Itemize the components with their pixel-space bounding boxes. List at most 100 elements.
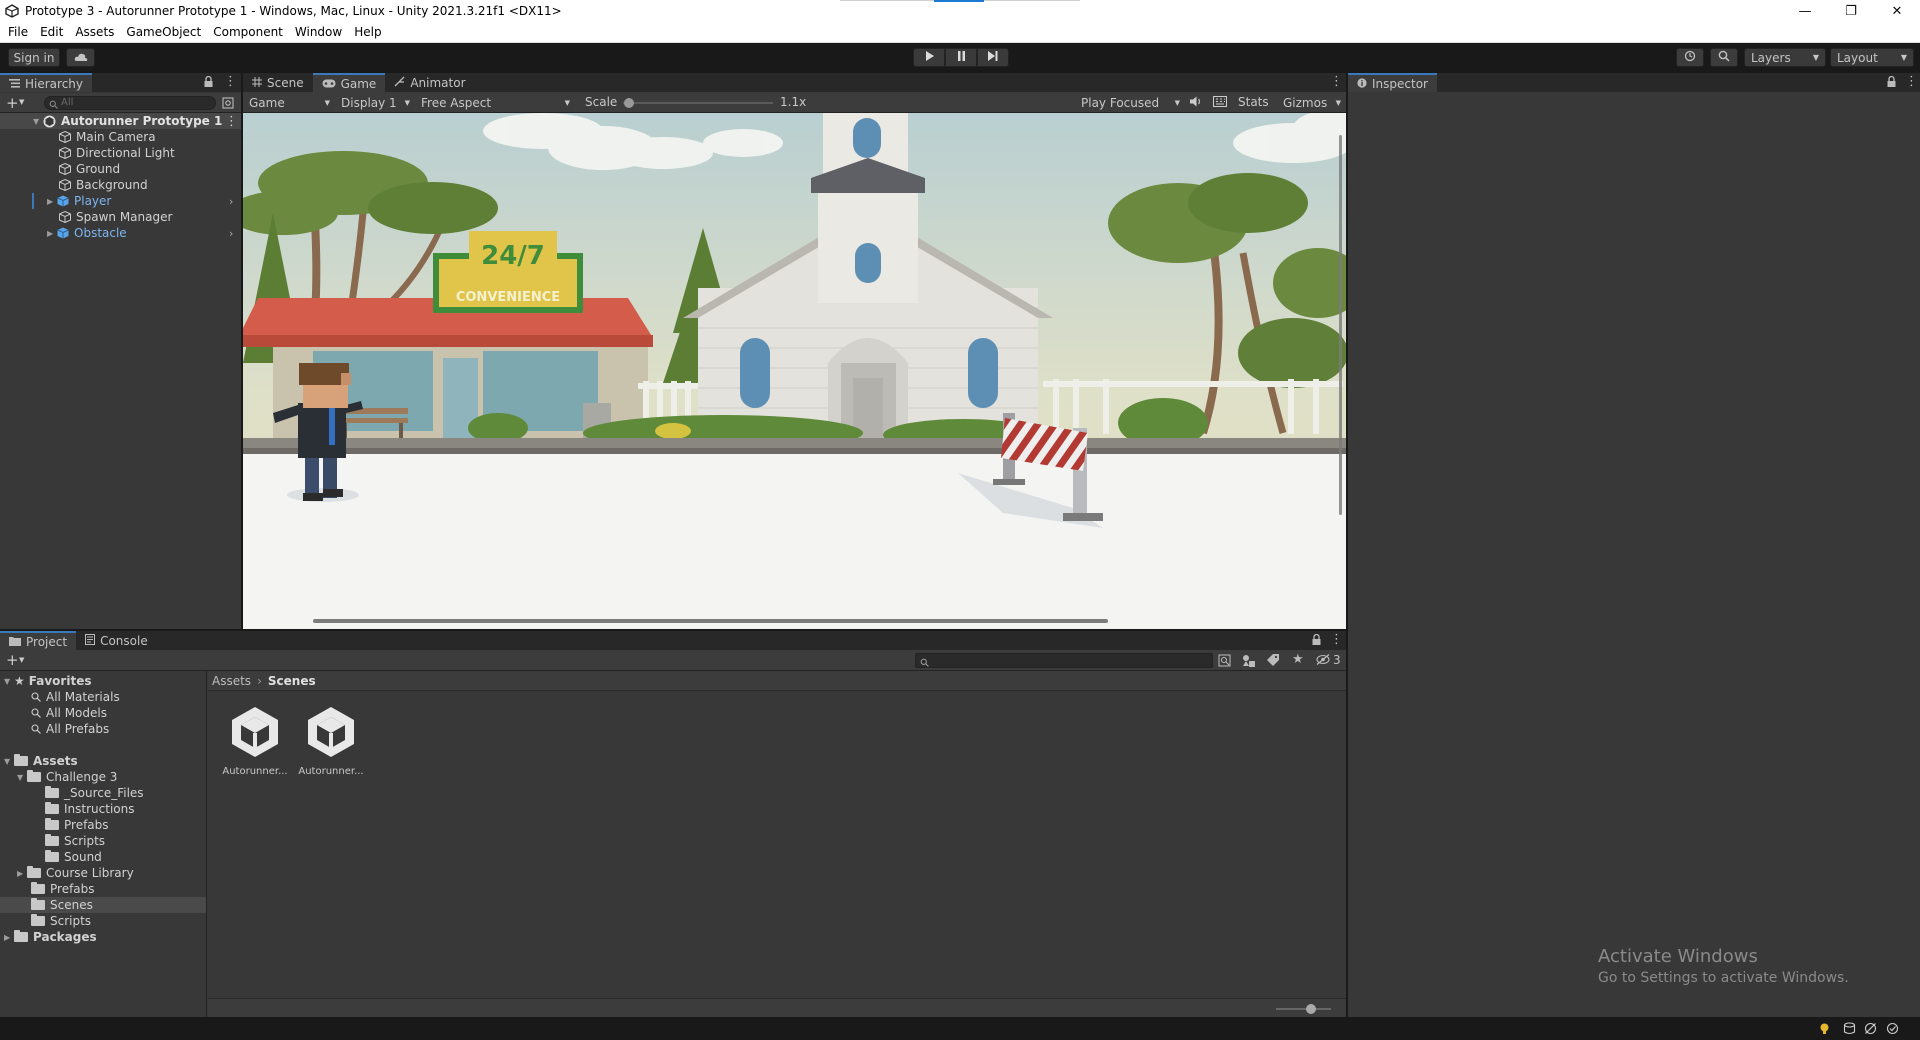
history-button[interactable]	[1676, 48, 1704, 67]
cache-server-icon[interactable]	[1843, 1022, 1856, 1038]
icon-size-slider-handle[interactable]	[1306, 1004, 1316, 1014]
scene-root-row[interactable]: ▼ Autorunner Prototype 1 ⋮	[0, 113, 241, 129]
hierarchy-item-ground[interactable]: Ground	[59, 161, 120, 177]
pause-button[interactable]	[945, 48, 977, 67]
layers-dropdown[interactable]: Layers ▼	[1744, 48, 1826, 67]
folder-challenge-scripts[interactable]: Scripts	[45, 833, 105, 849]
hidden-packages-icon[interactable]	[1316, 654, 1330, 668]
folder-source-files[interactable]: _Source_Files	[45, 785, 144, 801]
breadcrumb-assets[interactable]: Assets	[212, 674, 251, 688]
scene-asset-2[interactable]: Autorunner...	[291, 703, 371, 777]
layout-dropdown[interactable]: Layout ▼	[1830, 48, 1914, 67]
cloud-button[interactable]	[66, 48, 95, 67]
favorite-item-all-models[interactable]: All Models	[31, 705, 107, 721]
breadcrumb-scenes[interactable]: Scenes	[268, 674, 316, 688]
favorite-star-icon[interactable]: ★	[1292, 652, 1304, 667]
favorite-item-all-prefabs[interactable]: All Prefabs	[31, 721, 109, 737]
aspect-dropdown[interactable]: Free Aspect ▼	[418, 94, 573, 111]
lock-icon[interactable]	[204, 75, 213, 90]
kebab-menu-icon[interactable]: ⋮	[1330, 632, 1343, 647]
expand-arrow-icon[interactable]: ▼	[17, 773, 27, 782]
dropdown-arrow-icon[interactable]: ▼	[19, 656, 24, 664]
kebab-menu-icon[interactable]: ⋮	[1330, 74, 1343, 89]
scene-filter-icon[interactable]	[222, 97, 234, 112]
menu-window[interactable]: Window	[289, 25, 348, 39]
label-tag-icon[interactable]	[1267, 654, 1279, 669]
search-by-type-icon[interactable]	[1218, 654, 1231, 670]
add-icon[interactable]: +	[6, 651, 19, 669]
expand-arrow-icon[interactable]: ▶	[47, 197, 57, 206]
lightbulb-icon[interactable]	[1818, 1022, 1831, 1038]
folder-challenge-prefabs[interactable]: Prefabs	[45, 817, 109, 833]
status-ok-icon[interactable]	[1886, 1022, 1899, 1038]
menu-component[interactable]: Component	[207, 25, 289, 39]
restore-icon[interactable]: ❐	[1828, 0, 1874, 22]
expand-arrow-icon[interactable]: ▼	[33, 117, 43, 126]
expand-arrow-icon[interactable]: ▼	[4, 677, 14, 686]
gizmos-dropdown[interactable]: Gizmos ▼	[1280, 94, 1344, 111]
display-dropdown[interactable]: Display 1 ▼	[338, 94, 413, 111]
speaker-icon[interactable]	[1190, 96, 1202, 110]
close-icon[interactable]: ✕	[1874, 0, 1920, 22]
menu-file[interactable]: File	[2, 25, 34, 39]
favorites-header[interactable]: ▼ ★ Favorites	[4, 673, 91, 689]
hierarchy-item-background[interactable]: Background	[59, 177, 148, 193]
step-button[interactable]	[977, 48, 1009, 67]
lock-icon[interactable]	[1887, 75, 1896, 90]
menu-gameobject[interactable]: GameObject	[120, 25, 207, 39]
hierarchy-item-obstacle[interactable]: ▶ Obstacle ›	[47, 225, 241, 241]
hierarchy-item-main-camera[interactable]: Main Camera	[59, 129, 156, 145]
folder-instructions[interactable]: Instructions	[45, 801, 134, 817]
tab-animator[interactable]: Animator	[385, 73, 475, 92]
search-button[interactable]	[1710, 48, 1738, 67]
dropdown-arrow-icon[interactable]: ▼	[19, 98, 24, 106]
hierarchy-item-player[interactable]: ▶ Player ›	[47, 193, 241, 209]
folder-challenge-3[interactable]: ▼ Challenge 3	[17, 769, 117, 785]
tab-game[interactable]: Game	[312, 73, 386, 92]
add-icon[interactable]: +	[6, 94, 19, 112]
expand-arrow-icon[interactable]: ▼	[4, 757, 14, 766]
kebab-menu-icon[interactable]: ⋮	[224, 74, 237, 89]
kebab-menu-icon[interactable]: ⋮	[1905, 74, 1918, 89]
scale-slider-handle[interactable]	[624, 98, 634, 108]
game-mode-dropdown[interactable]: Game ▼	[246, 94, 333, 111]
favorite-item-all-materials[interactable]: All Materials	[31, 689, 120, 705]
scale-slider[interactable]	[623, 98, 773, 108]
menu-edit[interactable]: Edit	[34, 25, 69, 39]
filter-by-type-icon[interactable]	[1242, 654, 1256, 670]
folder-prefabs[interactable]: Prefabs	[31, 881, 95, 897]
scene-asset-1[interactable]: Autorunner...	[215, 703, 295, 777]
signin-button[interactable]: Sign in	[8, 48, 60, 67]
folder-scripts[interactable]: Scripts	[31, 913, 91, 929]
expand-arrow-icon[interactable]: ▶	[17, 869, 27, 878]
folder-scenes[interactable]: Scenes	[0, 897, 206, 913]
hierarchy-search-input[interactable]: All	[44, 96, 216, 110]
hierarchy-item-directional-light[interactable]: Directional Light	[59, 145, 175, 161]
packages-header[interactable]: ▶ Packages	[4, 929, 97, 945]
tab-console[interactable]: Console	[76, 631, 157, 650]
chevron-right-icon[interactable]: ›	[229, 195, 233, 208]
menu-assets[interactable]: Assets	[69, 25, 120, 39]
expand-arrow-icon[interactable]: ▶	[4, 933, 14, 942]
stats-button[interactable]: Stats	[1238, 95, 1269, 109]
chevron-right-icon[interactable]: ›	[229, 227, 233, 240]
network-off-icon[interactable]	[1864, 1022, 1877, 1038]
minimize-icon[interactable]: —	[1782, 0, 1828, 22]
keyboard-icon[interactable]	[1213, 96, 1227, 110]
project-search-input[interactable]	[915, 653, 1213, 668]
tab-hierarchy[interactable]: Hierarchy	[0, 73, 93, 92]
play-button[interactable]	[913, 48, 945, 67]
tab-inspector[interactable]: Inspector	[1348, 73, 1437, 92]
folder-sound[interactable]: Sound	[45, 849, 102, 865]
tab-scene[interactable]: Scene	[243, 73, 313, 92]
hierarchy-item-spawn-manager[interactable]: Spawn Manager	[59, 209, 172, 225]
folder-course-library[interactable]: ▶ Course Library	[17, 865, 134, 881]
game-viewport[interactable]: 24/7 CONVENIENCE	[243, 113, 1346, 629]
expand-arrow-icon[interactable]: ▶	[47, 229, 57, 238]
menu-help[interactable]: Help	[348, 25, 387, 39]
tab-project[interactable]: Project	[0, 631, 77, 650]
lock-icon[interactable]	[1312, 633, 1321, 648]
icon-size-slider[interactable]	[1276, 1004, 1331, 1014]
play-focused-dropdown[interactable]: Play Focused ▼	[1078, 94, 1183, 111]
kebab-menu-icon[interactable]: ⋮	[225, 114, 238, 129]
